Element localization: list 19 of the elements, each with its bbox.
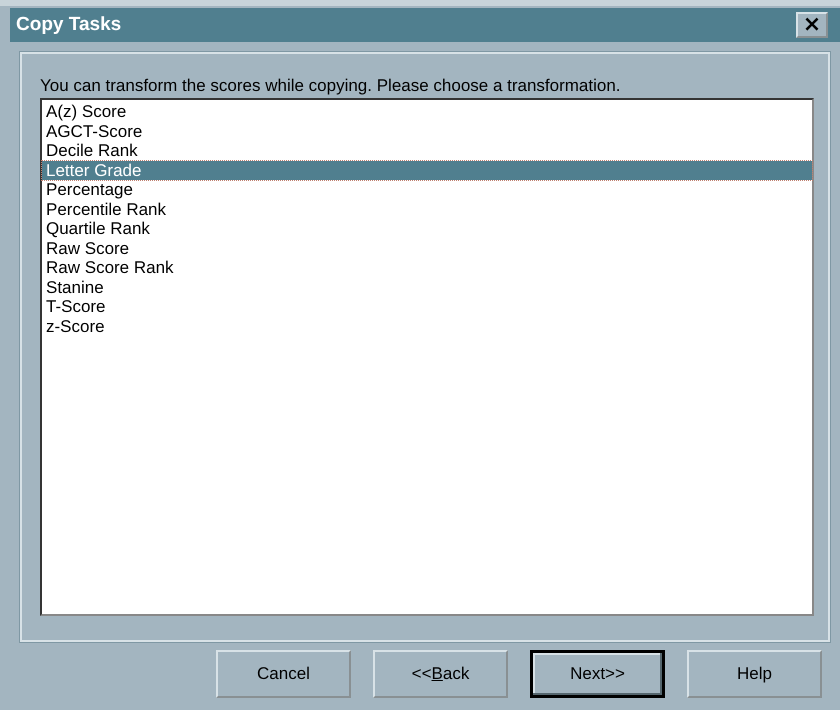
list-item[interactable]: A(z) Score <box>42 102 812 122</box>
list-item[interactable]: Percentile Rank <box>42 200 812 219</box>
list-item[interactable]: Percentage <box>42 180 812 200</box>
window-title: Copy Tasks <box>16 14 122 36</box>
dialog-button[interactable]: <<Back <box>373 650 508 698</box>
list-item[interactable]: Quartile Rank <box>42 219 812 238</box>
list-item[interactable]: Decile Rank <box>42 141 812 160</box>
list-item[interactable]: Raw Score Rank <box>42 258 812 278</box>
list-item[interactable]: T-Score <box>42 297 812 316</box>
list-item[interactable]: Raw Score <box>42 238 812 258</box>
dialog-button[interactable]: Help <box>687 650 822 698</box>
close-button[interactable]: × <box>796 12 828 38</box>
dialog-button[interactable]: Cancel <box>216 650 351 698</box>
list-item[interactable]: z-Score <box>42 316 812 336</box>
dialog-button[interactable]: Next>> <box>530 650 665 698</box>
list-item[interactable]: Stanine <box>42 278 812 297</box>
list-item[interactable]: AGCT-Score <box>42 122 812 141</box>
prompt-text: You can transform the scores while copying. Please choose a transformation. <box>40 76 622 96</box>
list-item[interactable]: Letter Grade <box>42 160 812 180</box>
